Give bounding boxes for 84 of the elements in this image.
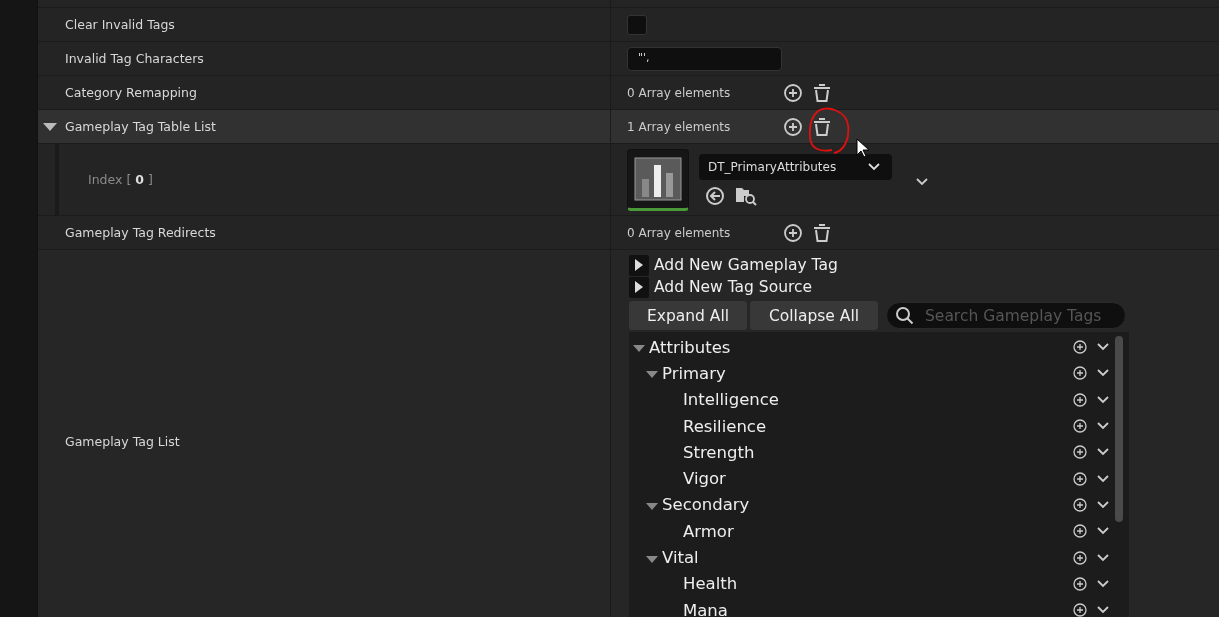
find-in-browser-button[interactable] (735, 185, 757, 206)
add-subtag-button[interactable] (1073, 524, 1087, 539)
tag-item[interactable]: Attributes (649, 337, 1073, 357)
caret-down-icon[interactable] (646, 555, 658, 564)
property-label: Clear Invalid Tags (65, 17, 175, 32)
chevron-down-icon (1097, 553, 1109, 562)
search-icon (895, 305, 915, 326)
options-button[interactable] (1097, 448, 1109, 457)
add-subtag-button[interactable] (1073, 576, 1087, 591)
chevron-down-icon (1097, 500, 1109, 509)
mouse-cursor-icon (856, 138, 870, 158)
options-button[interactable] (1097, 579, 1109, 588)
chevron-down-icon (1097, 422, 1109, 431)
tag-item[interactable]: Vital (662, 548, 1073, 567)
checkbox[interactable] (627, 14, 647, 35)
add-button[interactable] (783, 116, 803, 137)
add-subtag-button[interactable] (1073, 471, 1087, 486)
add-button[interactable] (783, 82, 803, 103)
expand-arrow-icon[interactable] (43, 121, 57, 132)
tag-item[interactable]: Vigor (683, 469, 1073, 489)
tag-item[interactable]: Resilience (683, 416, 1073, 436)
options-button[interactable] (1097, 369, 1109, 378)
caret-down-icon[interactable] (646, 371, 658, 380)
property-label: Gameplay Tag Table List (65, 119, 216, 134)
tag-item[interactable]: Health (683, 574, 1073, 594)
chevron-down-icon (1097, 579, 1109, 588)
browse-back-button[interactable] (705, 185, 725, 206)
tag-item[interactable]: Secondary (662, 495, 1073, 515)
chevron-down-icon (1097, 395, 1109, 404)
options-button[interactable] (1097, 343, 1109, 352)
caret-down-icon[interactable] (646, 502, 658, 511)
expand-button[interactable] (916, 177, 928, 186)
array-count: 0 Array elements (627, 225, 732, 240)
tag-item[interactable]: Intelligence (683, 390, 1073, 410)
search-field[interactable]: Search Gameplay Tags (886, 302, 1126, 329)
delete-button[interactable] (813, 222, 831, 243)
chevron-down-icon (1097, 369, 1109, 378)
property-label: Gameplay Tag Redirects (65, 225, 216, 240)
chevron-down-icon (1097, 474, 1109, 483)
array-count: 0 Array elements (627, 85, 732, 100)
tag-item[interactable]: Strength (683, 442, 1073, 462)
caret-right-icon[interactable] (635, 259, 643, 271)
index-label: Index [ 0 ] (88, 172, 153, 187)
delete-button[interactable] (813, 116, 831, 137)
tag-item[interactable]: Primary (662, 363, 1073, 383)
options-button[interactable] (1097, 395, 1109, 404)
property-label: Invalid Tag Characters (65, 51, 204, 66)
collapse-all-button[interactable]: Collapse All (750, 301, 878, 330)
delete-button[interactable] (813, 82, 831, 103)
scrollbar-thumb[interactable] (1115, 336, 1123, 522)
caret-down-icon[interactable] (633, 345, 645, 354)
add-subtag-button[interactable] (1073, 392, 1087, 407)
chevron-down-icon (1097, 606, 1109, 615)
expand-all-button[interactable]: Expand All (629, 301, 747, 330)
add-subtag-button[interactable] (1073, 603, 1087, 617)
input-field[interactable]: "', (627, 46, 782, 71)
chevron-down-icon (868, 162, 880, 171)
add-subtag-button[interactable] (1073, 445, 1087, 460)
tag-item[interactable]: Mana (683, 600, 1073, 617)
chevron-down-icon (1097, 343, 1109, 352)
add-subtag-button[interactable] (1073, 419, 1087, 434)
property-label: Gameplay Tag List (65, 433, 180, 449)
chevron-down-icon (1097, 527, 1109, 536)
add-subtag-button[interactable] (1073, 340, 1087, 355)
tag-item[interactable]: Armor (683, 521, 1073, 541)
options-button[interactable] (1097, 474, 1109, 483)
options-button[interactable] (1097, 553, 1109, 562)
chevron-down-icon (1097, 448, 1109, 457)
options-button[interactable] (1097, 527, 1109, 536)
options-button[interactable] (1097, 422, 1109, 431)
add-subtag-button[interactable] (1073, 497, 1087, 512)
caret-right-icon[interactable] (635, 281, 643, 293)
options-button[interactable] (1097, 500, 1109, 509)
data-table-thumbnail[interactable] (627, 148, 689, 211)
property-label: Category Remapping (65, 85, 197, 100)
chevron-down-icon (916, 177, 928, 186)
add-subtag-button[interactable] (1073, 366, 1087, 381)
add-button[interactable] (783, 222, 803, 243)
array-count: 1 Array elements (627, 119, 732, 134)
add-subtag-button[interactable] (1073, 550, 1087, 565)
asset-picker[interactable]: DT_PrimaryAttributes (699, 153, 892, 180)
section-label: Add New Tag Source (654, 278, 813, 296)
section-label: Add New Gameplay Tag (654, 256, 838, 274)
options-button[interactable] (1097, 606, 1109, 615)
